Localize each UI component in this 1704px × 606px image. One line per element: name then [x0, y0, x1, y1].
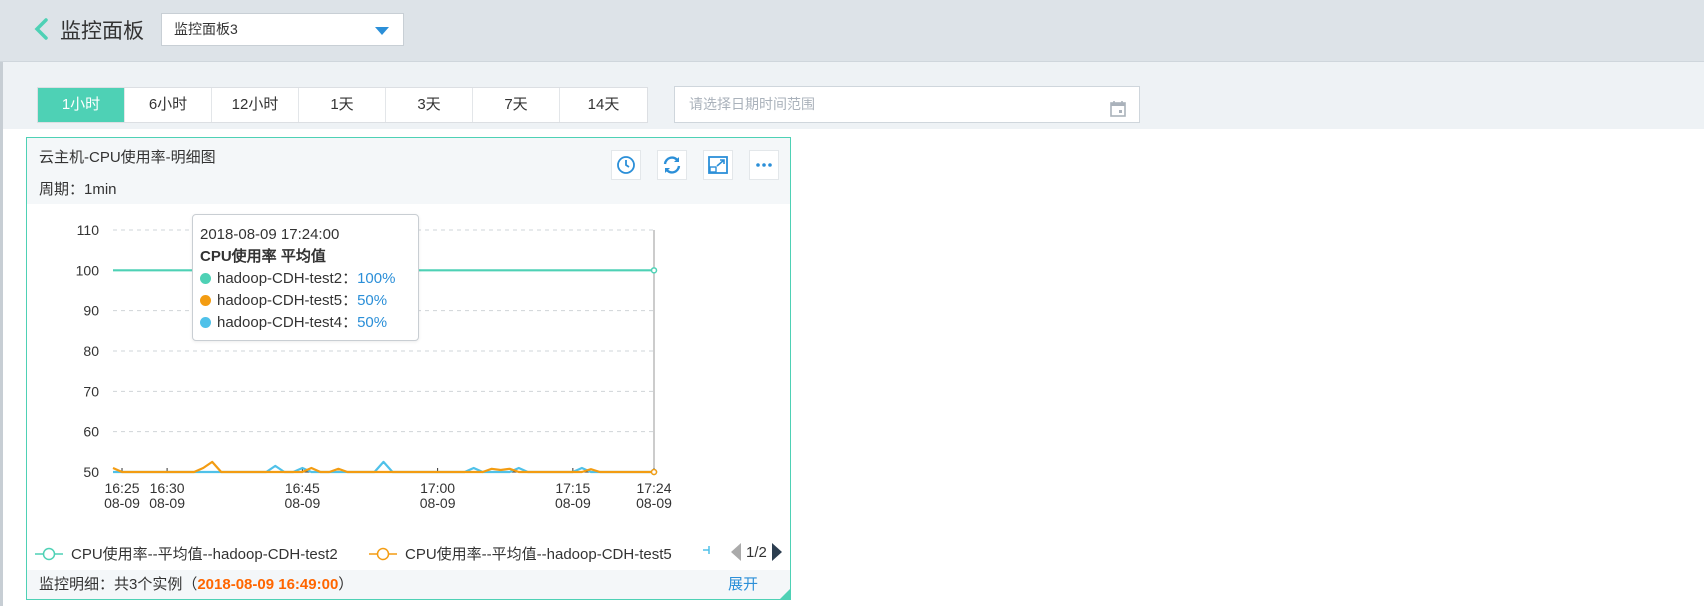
tooltip-series-value: 50% [357, 314, 388, 331]
y-tick-label: 80 [83, 343, 99, 359]
dashboard-select[interactable]: 监控面板3 [161, 13, 404, 46]
tooltip-series-value: 100% [357, 270, 396, 287]
legend-line-icon [703, 546, 710, 554]
legend-pagination: 1/2 [731, 543, 782, 561]
summary-prefix: 监控明细：共3个实例（ [39, 576, 198, 593]
date-range-placeholder: 请选择日期时间范围 [689, 96, 815, 112]
x-tick-date: 08-09 [284, 495, 320, 511]
tab-1h[interactable]: 1小时 [38, 88, 125, 122]
series-dot-icon [200, 273, 211, 284]
x-tick-date: 08-09 [636, 495, 672, 511]
back-arrow-icon[interactable] [30, 16, 52, 42]
y-tick-label: 110 [77, 222, 100, 238]
legend-item-truncated [703, 543, 715, 557]
x-tick-date: 08-09 [149, 495, 185, 511]
date-range-input[interactable]: 请选择日期时间范围 [674, 86, 1140, 123]
tooltip-series-value: 50% [357, 292, 388, 309]
legend-prev-icon[interactable] [731, 543, 741, 561]
x-tick-label: 17:15 [555, 480, 590, 496]
y-tick-label: 50 [83, 464, 99, 480]
x-tick-label: 16:45 [285, 480, 320, 496]
legend-item-test5[interactable]: CPU使用率--平均值--hadoop-CDH-test5 [369, 543, 672, 564]
y-tick-label: 100 [76, 262, 100, 278]
series-dot-icon [200, 295, 211, 306]
legend-page-label: 1/2 [746, 543, 767, 561]
expand-icon[interactable] [703, 150, 733, 180]
series-endpoint [650, 468, 658, 476]
calendar-icon[interactable] [1109, 96, 1127, 117]
tab-7d[interactable]: 7天 [473, 88, 560, 122]
tooltip-series-name: hadoop-CDH-test2 [217, 270, 343, 287]
tab-12h[interactable]: 12小时 [212, 88, 299, 122]
chart-tooltip: 2018-08-09 17:24:00 CPU使用率 平均值 hadoop-CD… [192, 214, 419, 341]
x-tick-label: 17:00 [420, 480, 455, 496]
panel-period: 周期：1min [39, 181, 117, 198]
summary-suffix: ） [338, 576, 354, 593]
legend-label: CPU使用率--平均值--hadoop-CDH-test5 [405, 546, 672, 563]
y-tick-label: 60 [83, 424, 99, 440]
tooltip-row: hadoop-CDH-test4：50% [200, 312, 411, 334]
series-endpoint [650, 267, 658, 274]
top-bar: 监控面板 监控面板3 [0, 0, 1704, 62]
panel-header: 云主机-CPU使用率-明细图 周期：1min [27, 138, 790, 204]
tooltip-heading: CPU使用率 平均值 [200, 248, 326, 265]
tooltip-series-name: hadoop-CDH-test4 [217, 314, 343, 331]
tab-14d[interactable]: 14天 [560, 88, 647, 122]
tooltip-row: hadoop-CDH-test2：100% [200, 268, 411, 290]
legend-label: CPU使用率--平均值--hadoop-CDH-test2 [71, 546, 338, 563]
y-tick-label: 70 [83, 383, 99, 399]
resize-handle[interactable] [780, 589, 790, 599]
tab-6h[interactable]: 6小时 [125, 88, 212, 122]
x-tick-label: 17:24 [636, 480, 671, 496]
summary-time: 2018-08-09 16:49:00 [197, 576, 339, 593]
legend-item-test2[interactable]: CPU使用率--平均值--hadoop-CDH-test2 [35, 543, 338, 564]
series-dot-icon [200, 317, 211, 328]
x-tick-date: 08-09 [555, 495, 591, 511]
tab-3d[interactable]: 3天 [386, 88, 473, 122]
instance-summary: 监控明细：共3个实例（2018-08-09 16:49:00） [39, 570, 353, 599]
legend-line-icon [35, 547, 63, 560]
dashboard-select-value: 监控面板3 [174, 21, 238, 37]
page-title: 监控面板 [60, 20, 144, 43]
x-tick-label: 16:30 [150, 480, 185, 496]
x-tick-date: 08-09 [104, 495, 140, 511]
time-range-tabs: 1小时 6小时 12小时 1天 3天 7天 14天 [37, 87, 648, 123]
chevron-down-icon [375, 27, 389, 35]
more-icon[interactable] [749, 150, 779, 180]
tooltip-series-name: hadoop-CDH-test5 [217, 292, 343, 309]
panel-footer: 监控明细：共3个实例（2018-08-09 16:49:00） 展开 [27, 570, 790, 599]
legend-next-icon[interactable] [771, 543, 782, 561]
x-tick-date: 08-09 [420, 495, 456, 511]
expand-link[interactable]: 展开 [728, 570, 758, 599]
legend-line-icon [369, 547, 397, 560]
chart-panel: 云主机-CPU使用率-明细图 周期：1min 50 60 70 80 90 100 110 1… [26, 137, 791, 600]
panel-title: 云主机-CPU使用率-明细图 [39, 149, 216, 166]
tooltip-time: 2018-08-09 17:24:00 [200, 226, 340, 243]
y-tick-label: 90 [83, 303, 99, 319]
refresh-icon[interactable] [657, 150, 687, 180]
x-tick-label: 16:25 [104, 480, 139, 496]
tab-1d[interactable]: 1天 [299, 88, 386, 122]
tooltip-row: hadoop-CDH-test5：50% [200, 290, 411, 312]
clock-icon[interactable] [611, 150, 641, 180]
chart-legend: CPU使用率--平均值--hadoop-CDH-test2 CPU使用率--平均… [27, 543, 790, 567]
